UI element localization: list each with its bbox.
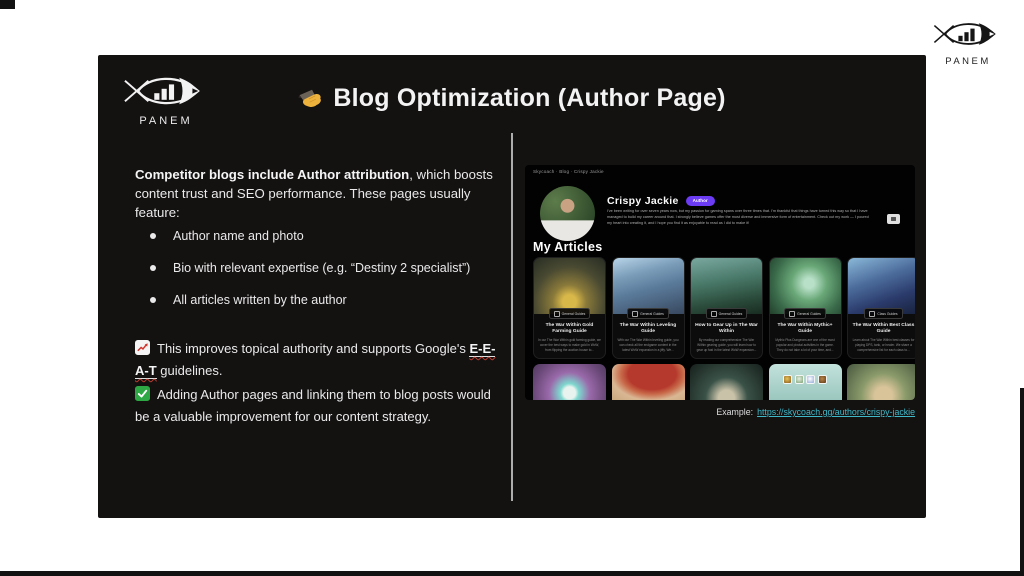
article-card-partial[interactable] [690, 364, 763, 400]
category-tag: General Guides [784, 308, 826, 319]
eeat-note-suffix: guidelines. [160, 363, 222, 378]
intro-bold-text: Competitor blogs include Author attribut… [135, 167, 409, 182]
slide: PANEM Blog Optimization (Author Page) Co… [98, 55, 926, 518]
category-tag-label: General Guides [640, 312, 664, 316]
example-label: Example: [716, 407, 753, 417]
articles-row: General Guides The War Within Gold Farmi… [533, 257, 915, 359]
article-thumbnail [613, 258, 684, 314]
author-name: Crispy Jackie [607, 195, 679, 207]
article-excerpt: By reading our comprehensive The War Wit… [691, 338, 762, 352]
panem-fish-icon [928, 16, 1008, 52]
category-tag-label: General Guides [797, 312, 821, 316]
list-item-text: All articles written by the author [173, 291, 347, 310]
media-icon[interactable] [887, 214, 900, 224]
article-card[interactable]: General Guides How to Gear Up in The War… [690, 257, 763, 359]
article-card[interactable]: General Guides The War Within Gold Farmi… [533, 257, 606, 359]
example-link[interactable]: https://skycoach.gg/authors/crispy-jacki… [757, 407, 915, 417]
category-icon [632, 311, 638, 317]
recommendation-note: Adding Author pages and linking them to … [135, 385, 507, 427]
article-card-partial[interactable] [612, 364, 685, 400]
bullet-dot-icon [150, 265, 156, 271]
article-thumbnail [770, 258, 841, 314]
my-articles-heading: My Articles [533, 240, 603, 254]
divider [511, 133, 513, 501]
category-tag-label: Class Guides [877, 312, 897, 316]
intro-paragraph: Competitor blogs include Author attribut… [135, 165, 507, 222]
article-title: The War Within Gold Farming Guide [534, 323, 605, 336]
category-icon [554, 311, 560, 317]
bullet-dot-icon [150, 233, 156, 239]
category-icon [789, 311, 795, 317]
article-title: The War Within Mythic+ Guide [770, 323, 841, 336]
article-thumbnail [534, 258, 605, 314]
panem-slide-logo-text: PANEM [114, 115, 218, 127]
article-card[interactable]: General Guides The War Within Leveling G… [612, 257, 685, 359]
author-header: Crispy Jackie Author [607, 191, 715, 209]
category-tag: Class Guides [864, 308, 902, 319]
article-card[interactable]: General Guides The War Within Mythic+ Gu… [769, 257, 842, 359]
article-excerpt: With our The War Within leveling guide, … [613, 338, 684, 352]
panem-watermark-logo: PANEM [925, 16, 1011, 67]
page-title: Blog Optimization (Author Page) [98, 84, 926, 113]
category-tag: General Guides [549, 308, 591, 319]
article-title: How to Gear Up in The War Within [691, 323, 762, 336]
article-thumbnail [848, 258, 915, 314]
article-excerpt: Learn about The War Within best classes … [848, 338, 915, 352]
writing-hand-icon [298, 85, 323, 110]
list-item-text: Bio with relevant expertise (e.g. “Desti… [173, 259, 470, 278]
bullet-dot-icon [150, 297, 156, 303]
author-bio: I've been writing for over seven years n… [607, 208, 873, 226]
article-thumbnail [691, 258, 762, 314]
category-tag: General Guides [627, 308, 669, 319]
article-card[interactable]: Class Guides The War Within Best Class G… [847, 257, 915, 359]
item-icon [806, 375, 815, 384]
article-excerpt: Mythic Plus Dungeons are one of the most… [770, 338, 841, 352]
right-edge-bar [1020, 388, 1024, 576]
author-badge: Author [686, 196, 715, 206]
article-card-partial[interactable] [847, 364, 915, 400]
article-title: The War Within Leveling Guide [613, 323, 684, 336]
recommendation-text: Adding Author pages and linking them to … [135, 387, 491, 424]
list-item: Bio with relevant expertise (e.g. “Desti… [135, 259, 507, 278]
eeat-note-prefix: This improves topical authority and supp… [157, 341, 466, 356]
chart-increasing-icon [135, 340, 150, 361]
page-title-text: Blog Optimization (Author Page) [333, 84, 725, 112]
item-icon [783, 375, 792, 384]
article-excerpt: In our The War Within gold farming guide… [534, 338, 605, 352]
articles-row-partial [533, 364, 915, 400]
article-card-partial[interactable] [533, 364, 606, 400]
article-title: The War Within Best Class Guide [848, 323, 915, 336]
list-item: Author name and photo [135, 227, 507, 246]
bottom-edge-bar [0, 571, 1024, 576]
panem-watermark-text: PANEM [925, 56, 1011, 67]
corner-mark [0, 0, 15, 9]
category-tag-label: General Guides [719, 312, 743, 316]
eeat-note: This improves topical authority and supp… [135, 339, 507, 381]
author-avatar [540, 186, 595, 241]
check-mark-icon [135, 386, 150, 407]
list-item-text: Author name and photo [173, 227, 304, 246]
article-card-partial[interactable] [769, 364, 842, 400]
feature-list: Author name and photo Bio with relevant … [135, 227, 507, 322]
category-icon [869, 311, 875, 317]
category-tag-label: General Guides [562, 312, 586, 316]
author-page-screenshot: Skycoach · Blog · Crispy Jackie Crispy J… [525, 165, 915, 400]
item-icon [818, 375, 827, 384]
category-icon [711, 311, 717, 317]
list-item: All articles written by the author [135, 291, 507, 310]
breadcrumb[interactable]: Skycoach · Blog · Crispy Jackie [533, 169, 604, 174]
item-icon [795, 375, 804, 384]
category-tag: General Guides [706, 308, 748, 319]
example-caption: Example: https://skycoach.gg/authors/cris… [525, 407, 915, 417]
